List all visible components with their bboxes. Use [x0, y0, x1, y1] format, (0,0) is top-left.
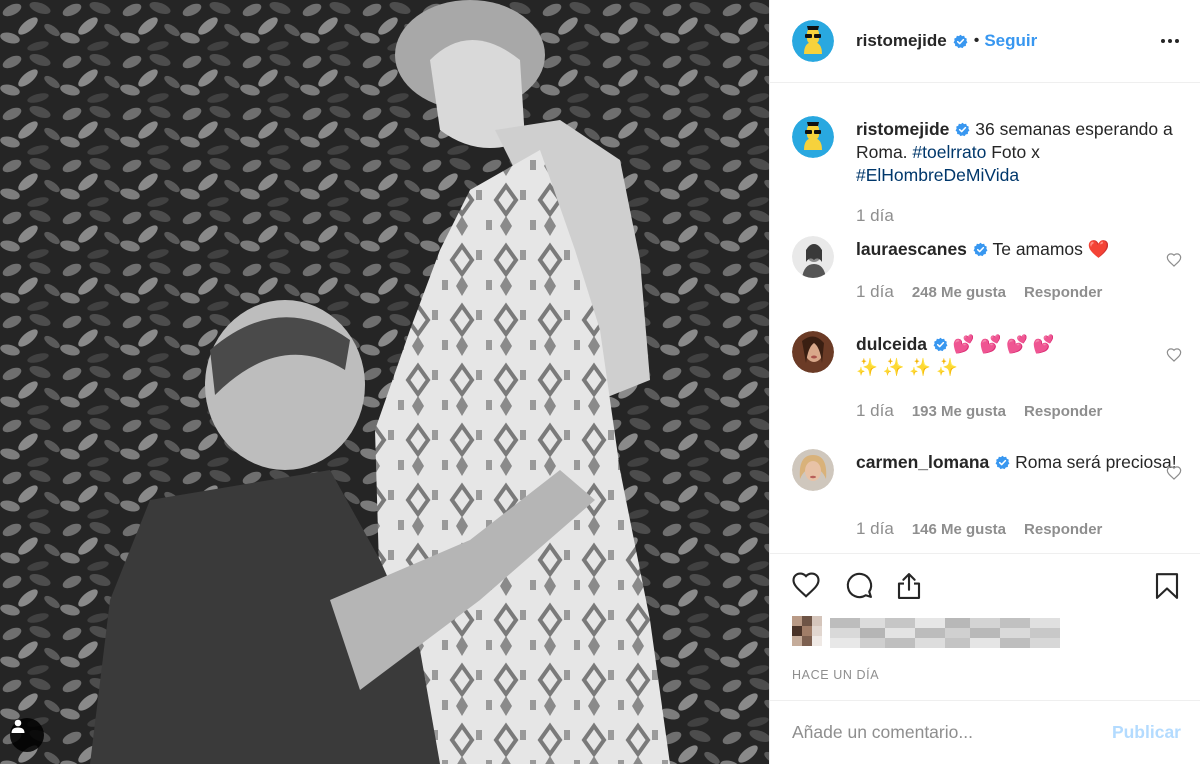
comment-body-line2: ✨ ✨ ✨ ✨ [856, 357, 958, 377]
post-header: ristomejide • Seguir [770, 0, 1200, 82]
liked-by-redacted [792, 614, 1192, 656]
comment-text: dulceida 💕 💕 💕 💕 ✨ ✨ ✨ ✨ [856, 333, 1186, 379]
comment-like-heart-icon[interactable] [1166, 465, 1182, 481]
comment-username[interactable]: lauraescanes [856, 239, 967, 259]
pixelated-redaction [792, 616, 1060, 648]
user-tag-icon [11, 719, 25, 733]
verified-badge-icon [973, 242, 988, 257]
comment-time[interactable]: 1 día [856, 401, 894, 420]
caption-time[interactable]: 1 día [856, 206, 894, 225]
photo-image [0, 0, 769, 764]
post-timestamp[interactable]: HACE UN DÍA [792, 668, 879, 682]
comment-time[interactable]: 1 día [856, 519, 894, 538]
comment-text: lauraescanes Te amamos ❤️ [856, 238, 1186, 261]
user-tag-button[interactable] [10, 718, 44, 752]
commenter-avatar[interactable] [792, 449, 834, 491]
add-comment-form: Publicar [770, 701, 1200, 764]
share-icon[interactable] [894, 570, 924, 602]
comments-list: ristomejide 36 semanas esperando a Roma.… [770, 83, 1200, 553]
comment-body: Te amamos ❤️ [987, 239, 1110, 259]
bookmark-icon[interactable] [1152, 570, 1182, 602]
comment-meta: 1 día 248 Me gusta Responder [856, 282, 1120, 302]
post-photo[interactable] [0, 0, 769, 764]
comment-time[interactable]: 1 día [856, 282, 894, 301]
commenter-avatar[interactable] [792, 236, 834, 278]
comment-like-heart-icon[interactable] [1166, 252, 1182, 268]
comment-input[interactable] [792, 722, 1112, 743]
verified-badge-icon [953, 34, 968, 48]
reply-button[interactable]: Responder [1024, 521, 1102, 538]
publish-button[interactable]: Publicar [1112, 722, 1181, 743]
comment-likes-count[interactable]: 146 Me gusta [912, 521, 1006, 538]
caption-author-avatar[interactable] [792, 116, 834, 158]
comment-body: Roma será preciosa! [1010, 452, 1177, 472]
heart-icon[interactable] [790, 570, 822, 600]
verified-badge-icon [995, 455, 1010, 470]
caption-username[interactable]: ristomejide [856, 119, 949, 139]
comment-username[interactable]: carmen_lomana [856, 452, 989, 472]
comment-icon[interactable] [843, 570, 875, 600]
hashtag-link[interactable]: #toelrrato [912, 142, 986, 162]
more-dots-icon[interactable] [1159, 30, 1181, 52]
verified-badge-icon [933, 337, 948, 352]
caption: ristomejide 36 semanas esperando a Roma.… [792, 116, 1182, 236]
follow-button[interactable]: Seguir [984, 31, 1037, 51]
caption-body-2: Foto x [986, 142, 1040, 162]
comment-body: 💕 💕 💕 💕 [948, 334, 1055, 354]
commenter-avatar[interactable] [792, 331, 834, 373]
reply-button[interactable]: Responder [1024, 403, 1102, 420]
comment-likes-count[interactable]: 248 Me gusta [912, 284, 1006, 301]
comment-item: lauraescanes Te amamos ❤️ 1 día 248 Me gu… [792, 236, 1182, 306]
comment-meta: 1 día 146 Me gusta Responder [856, 519, 1120, 539]
comment-item: dulceida 💕 💕 💕 💕 ✨ ✨ ✨ ✨ 1 día 193 Me gust… [792, 331, 1182, 426]
author-avatar[interactable] [792, 20, 834, 62]
header-separator: • [973, 32, 980, 49]
comment-likes-count[interactable]: 193 Me gusta [912, 403, 1006, 420]
caption-text: ristomejide 36 semanas esperando a Roma.… [856, 118, 1186, 187]
caption-meta: 1 día [856, 206, 912, 226]
action-bar [770, 554, 1200, 614]
hashtag-link[interactable]: #ElHombreDeMiVida [856, 165, 1019, 185]
comment-like-heart-icon[interactable] [1166, 347, 1182, 363]
comment-text: carmen_lomana Roma será preciosa! [856, 451, 1186, 474]
comment-item: carmen_lomana Roma será preciosa! 1 día 1… [792, 449, 1182, 544]
author-username[interactable]: ristomejide [856, 31, 947, 51]
verified-badge-icon [955, 122, 970, 137]
comment-username[interactable]: dulceida [856, 334, 927, 354]
post-sidebar: ristomejide • Seguir ristomejide 36 sema… [769, 0, 1200, 764]
comment-meta: 1 día 193 Me gusta Responder [856, 401, 1120, 421]
reply-button[interactable]: Responder [1024, 284, 1102, 301]
